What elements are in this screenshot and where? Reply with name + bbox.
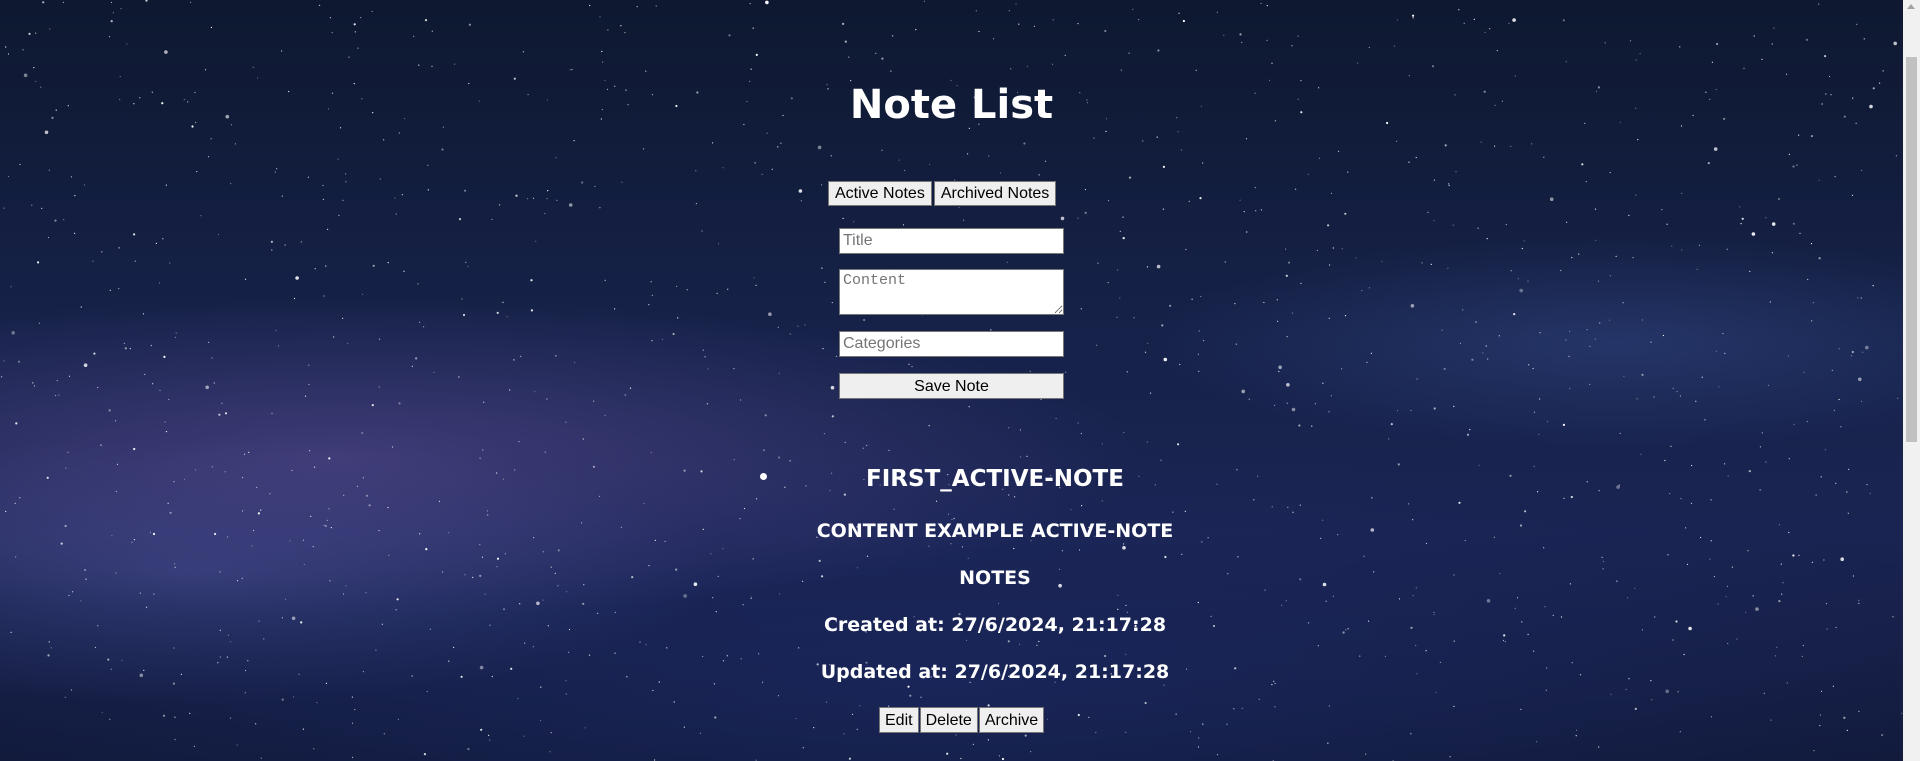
vertical-scrollbar[interactable] [1903, 0, 1920, 761]
note-content: CONTENT EXAMPLE ACTIVE-NOTE [816, 520, 1174, 542]
scroll-up-icon[interactable] [1907, 4, 1915, 9]
note-title: FIRST_ACTIVE-NOTE [866, 466, 1124, 492]
save-note-button[interactable]: Save Note [839, 373, 1064, 399]
content-textarea[interactable] [839, 269, 1064, 315]
categories-input[interactable] [839, 331, 1064, 357]
note-categories: NOTES [959, 567, 1031, 589]
active-notes-button[interactable]: Active Notes [828, 181, 932, 206]
delete-button[interactable]: Delete [919, 707, 978, 733]
note-filter-tabs: Active Notes Archived Notes [828, 181, 1057, 206]
note-created-at: Created at: 27/6/2024, 21:17:28 [823, 614, 1167, 636]
note-actions: Edit Delete Archive [879, 707, 1045, 733]
edit-button[interactable]: Edit [879, 707, 919, 733]
archived-notes-button[interactable]: Archived Notes [933, 181, 1057, 206]
page-title: Note List [849, 82, 1054, 128]
archive-button[interactable]: Archive [978, 707, 1045, 733]
scrollbar-thumb[interactable] [1906, 57, 1917, 442]
title-input[interactable] [839, 228, 1064, 254]
note-updated-at: Updated at: 27/6/2024, 21:17:28 [820, 661, 1170, 683]
